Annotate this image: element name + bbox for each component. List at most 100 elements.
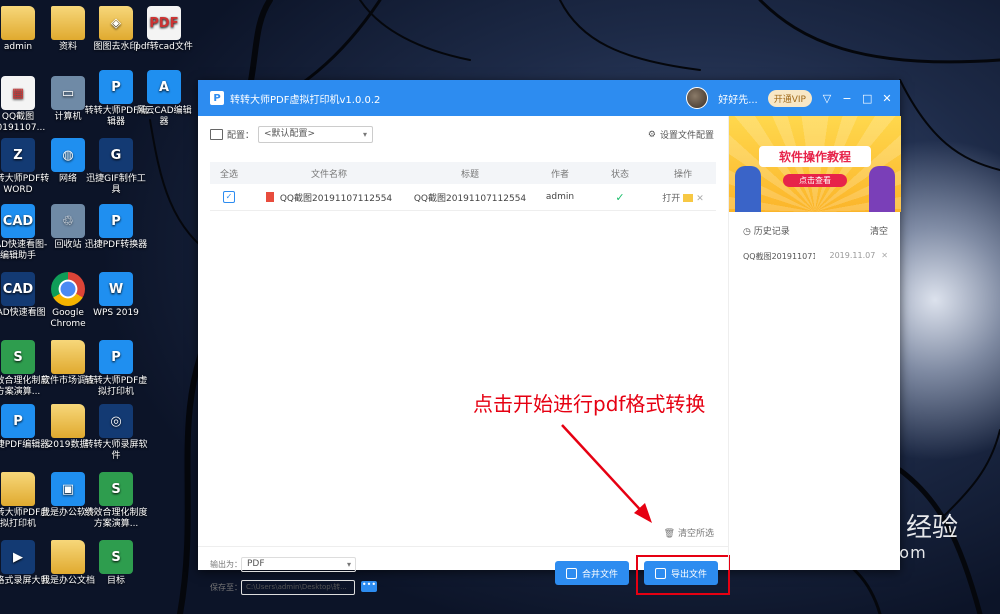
watermark-logo: Bai du [762,504,897,545]
history-clear-button[interactable]: 清空 [870,224,888,237]
desktop-icon-fengyun-cad[interactable]: A 风云CAD编辑器 [132,70,196,128]
history-delete-icon[interactable]: ✕ [881,251,888,260]
pdf-editor-icon: P [1,404,35,438]
output-format-select[interactable]: PDF [241,557,356,572]
watermark-app-icon: ◈ [99,6,133,40]
delete-row-icon[interactable]: ✕ [696,194,704,204]
save-path-label: 保存至： [210,583,242,592]
annotation-text: 点击开始进行pdf格式转换 [473,392,706,416]
video-camera-icon: ▶ [1,540,35,574]
main-panel: 配置： <默认配置> ⚙ 设置文件配置 全选 文件名称 标题 作者 状态 操作 … [198,116,730,595]
merge-icon [565,567,577,579]
open-link[interactable]: 打开 [662,194,680,204]
desktop-icon-gif-maker[interactable]: G 迅捷GIF制作工具 [84,138,148,196]
title-bar[interactable]: P 转转大师PDF虚拟打印机v1.0.0.2 好好先... 开通VIP ▽ − … [198,80,900,116]
user-name[interactable]: 好好先... [718,91,758,106]
history-title: 历史记录 [753,227,790,237]
set-file-config-button[interactable]: ⚙ 设置文件配置 [647,128,714,142]
maximize-icon[interactable]: □ [862,92,872,105]
recycle-bin-icon: ♲ [51,204,85,238]
banner-figure-right [869,166,895,212]
export-icon [654,567,666,579]
watermark-url: jingyan.baidu.com [762,543,927,562]
history-header: ◷ 历史记录 清空 [729,212,900,237]
file-table: 全选 文件名称 标题 作者 状态 操作 ✓ QQ截图20191107112554… [210,162,716,211]
cad-icon: CAD [1,204,35,238]
tutorial-banner[interactable]: 软件操作教程 点击查看 [729,116,901,212]
folder-icon [1,472,35,506]
desktop-icon-pdf-printer[interactable]: P 转转大师PDF虚拟打印机 [84,340,148,398]
row-title: QQ截图20191107112554 [413,193,527,204]
desktop-icon-wps[interactable]: W WPS 2019 [84,272,148,319]
select-all-header[interactable]: 全选 [210,167,248,180]
row-checkbox[interactable]: ✓ [223,191,235,203]
window-title: 转转大师PDF虚拟打印机v1.0.0.2 [230,94,381,106]
desktop-icon-pdf-to-cad[interactable]: PDF pdf转cad文件 [132,6,196,53]
row-author: admin [545,192,575,202]
footer-bar: 输出为： PDF 保存至： C:\Users\admin\Desktop\转..… [198,546,730,607]
clear-selected-label: 清空所选 [677,529,714,539]
config-icon [210,129,223,140]
clock-icon: ◷ [743,227,751,237]
spreadsheet-icon: S [99,540,133,574]
desktop-icon-zz-recorder[interactable]: ◎ 转转大师录屏软件 [84,404,148,462]
history-item-date: 2019.11.07 [829,251,876,260]
status-check-icon: ✓ [615,190,625,204]
baidu-watermark: Bai du 经验 jingyan.baidu.com [762,504,958,562]
spreadsheet-icon: S [1,340,35,374]
history-item-name: QQ截图2019110711255 [743,252,815,261]
export-files-button[interactable]: 导出文件 [644,561,718,585]
open-folder-icon[interactable] [683,193,694,202]
chrome-icon [51,272,85,306]
table-row[interactable]: ✓ QQ截图20191107112554 QQ截图20191107112554 … [210,184,716,211]
actions-header: 操作 [673,169,692,180]
close-icon[interactable]: ✕ [882,92,892,105]
app-logo-icon: P [210,91,224,105]
table-header: 全选 文件名称 标题 作者 状态 操作 [210,162,716,184]
recorder-app-icon: ◎ [99,404,133,438]
row-filename: QQ截图20191107112554 [248,191,410,204]
pdf-file-icon [265,191,274,202]
user-avatar[interactable] [686,87,709,109]
merge-files-label: 合并文件 [581,569,618,580]
desktop-icon-performance-doc-2[interactable]: S 绩效合理化制度方案演算... [84,472,148,530]
clear-selected-button[interactable]: 🗑 清空所选 [664,526,714,539]
config-select[interactable]: <默认配置> [258,126,374,143]
export-files-label: 导出文件 [670,569,707,580]
title-header: 标题 [460,169,479,180]
vip-button[interactable]: 开通VIP [767,89,812,107]
file-icon: ▣ [51,472,85,506]
desktop-icon-pdf-converter[interactable]: P 迅捷PDF转换器 [84,204,148,251]
spreadsheet-icon: S [99,472,133,506]
folder-icon [51,6,85,40]
trash-icon: 🗑 [663,529,676,539]
config-row: 配置： <默认配置> [210,126,374,143]
filename-header: 文件名称 [310,169,347,180]
desktop-icon-target[interactable]: S 目标 [84,540,148,587]
folder-icon [51,540,85,574]
output-format-label: 输出为： [210,560,242,569]
gear-icon: ⚙ [647,129,656,140]
image-file-icon: ▦ [1,76,35,110]
menu-icon[interactable]: ▽ [822,92,832,105]
banner-view-button[interactable]: 点击查看 [783,174,847,187]
author-header: 作者 [550,169,569,180]
save-path-input[interactable]: C:\Users\admin\Desktop\转... [241,580,355,595]
gif-app-icon: G [99,138,133,172]
config-label: 配置： [227,131,255,141]
wps-icon: W [99,272,133,306]
pdf-file-icon: PDF [147,6,181,40]
browse-button[interactable]: ••• [361,581,377,592]
folder-icon [51,404,85,438]
network-globe-icon: ◍ [51,138,85,172]
cad-viewer-icon: CAD [1,272,35,306]
merge-files-button[interactable]: 合并文件 [555,561,629,585]
folder-icon [1,6,35,40]
computer-icon: ▭ [51,76,85,110]
pdf-to-word-icon: Z [1,138,35,172]
minimize-icon[interactable]: − [842,92,852,105]
folder-icon [51,340,85,374]
cad-editor-icon: A [147,70,181,104]
history-item[interactable]: QQ截图2019110711255 2019.11.07 ✕ [729,237,900,262]
watermark-sub: 经验 [906,513,959,543]
